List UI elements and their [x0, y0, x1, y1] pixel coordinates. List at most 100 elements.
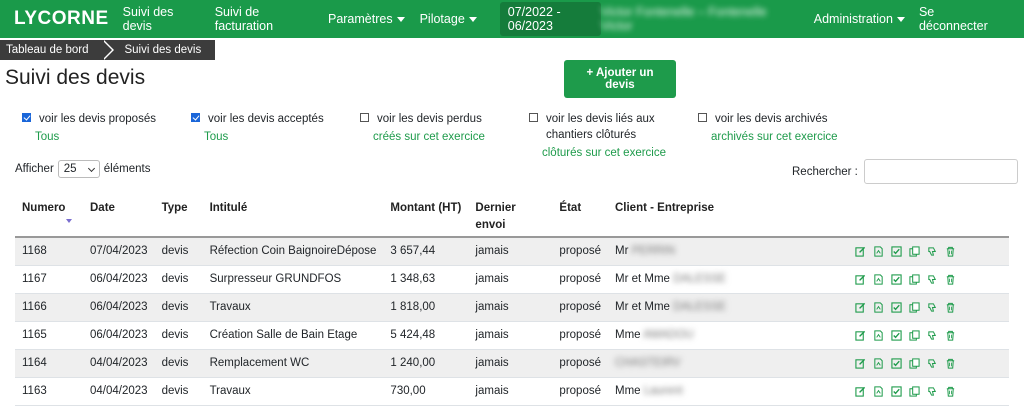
client-name: Laurent	[643, 385, 683, 397]
filter-proposes-label: voir les devis proposés	[39, 113, 156, 125]
filter-perdus-link[interactable]: créés sur cet exercice	[373, 131, 485, 143]
cell-client: Mme Laurent	[607, 377, 848, 406]
thumbs-down-icon[interactable]	[927, 358, 938, 369]
edit-icon[interactable]	[855, 358, 866, 369]
cell-type: devis	[154, 377, 203, 406]
period-selector[interactable]: 07/2022 - 06/2023	[499, 2, 601, 36]
edit-icon[interactable]	[855, 302, 866, 313]
cell-envoi: jamais	[468, 293, 553, 322]
filter-acceptes-link[interactable]: Tous	[204, 131, 324, 143]
thumbs-down-icon[interactable]	[927, 246, 938, 257]
col-date[interactable]: Date	[83, 190, 155, 238]
trash-icon[interactable]	[945, 386, 956, 397]
trash-icon[interactable]	[945, 246, 956, 257]
copy-icon[interactable]	[909, 329, 920, 341]
checkbox-clotures[interactable]	[529, 113, 538, 122]
edit-icon[interactable]	[855, 274, 866, 285]
check-icon[interactable]	[891, 357, 902, 369]
pdf-icon[interactable]	[873, 385, 884, 397]
copy-icon[interactable]	[909, 273, 920, 285]
nav-pilotage-dropdown[interactable]: Pilotage	[420, 12, 477, 26]
trash-icon[interactable]	[945, 358, 956, 369]
edit-icon[interactable]	[855, 246, 866, 257]
pdf-icon[interactable]	[873, 329, 884, 341]
pdf-icon[interactable]	[873, 273, 884, 285]
filter-archives-link[interactable]: archivés sur cet exercice	[711, 131, 838, 143]
col-dernier-envoi-label: Dernier envoi	[475, 202, 516, 231]
check-icon[interactable]	[891, 273, 902, 285]
cell-etat: proposé	[552, 237, 608, 266]
checkbox-proposes[interactable]	[22, 113, 31, 122]
cell-date: 06/04/2023	[83, 293, 155, 322]
thumbs-down-icon[interactable]	[927, 330, 938, 341]
nav-administration-dropdown[interactable]: Administration	[814, 12, 905, 26]
pdf-icon[interactable]	[873, 357, 884, 369]
checkbox-perdus[interactable]	[360, 113, 369, 122]
sort-desc-icon	[66, 219, 72, 223]
filter-proposes-link[interactable]: Tous	[35, 131, 156, 143]
table-row[interactable]: 1167 06/04/2023 devis Surpresseur GRUNDFOS 1…	[15, 265, 1009, 294]
filter-proposes: voir les devis proposés Tous	[22, 111, 156, 143]
thumbs-down-icon[interactable]	[927, 274, 938, 285]
table-row[interactable]: 1163 04/04/2023 devis Travaux 730,00 jamais pr…	[15, 377, 1009, 406]
cell-client: Mr et Mme DALESSE	[607, 293, 848, 322]
nav-suivi-facturation[interactable]: Suivi de facturation	[215, 5, 313, 33]
client-name: DALESSE	[673, 301, 727, 313]
nav-suivi-devis[interactable]: Suivi des devis	[123, 5, 200, 33]
col-etat[interactable]: État	[552, 190, 608, 238]
cell-date: 07/04/2023	[83, 237, 155, 266]
col-type[interactable]: Type	[154, 190, 203, 238]
nav-suivi-devis-label: Suivi des devis	[122, 5, 174, 33]
table-row[interactable]: 1166 06/04/2023 devis Travaux 1 818,00 jamais…	[15, 293, 1009, 322]
search-input[interactable]	[863, 159, 1018, 184]
check-icon[interactable]	[891, 301, 902, 313]
cell-actions	[847, 265, 1009, 294]
table-row[interactable]: 1165 06/04/2023 devis Création Salle de Bai…	[15, 321, 1009, 350]
add-devis-button[interactable]: + Ajouter un devis	[564, 60, 676, 98]
col-client[interactable]: Client - Entreprise	[607, 190, 848, 238]
pdf-icon[interactable]	[873, 246, 884, 257]
pdf-icon[interactable]	[873, 301, 884, 313]
page-length-suffix: éléments	[103, 163, 151, 175]
filter-perdus-label: voir les devis perdus	[377, 113, 482, 125]
filter-perdus: voir les devis perdus créés sur cet exer…	[360, 111, 485, 143]
logout-link[interactable]: Se déconnecter	[919, 5, 996, 33]
cell-montant: 1 818,00	[383, 293, 469, 322]
trash-icon[interactable]	[945, 302, 956, 313]
copy-icon[interactable]	[909, 301, 920, 313]
copy-icon[interactable]	[909, 246, 920, 257]
copy-icon[interactable]	[909, 357, 920, 369]
checkbox-acceptes[interactable]	[191, 113, 200, 122]
top-navbar: LYCORNE Suivi des devis Suivi de factura…	[0, 0, 1024, 38]
edit-icon[interactable]	[855, 330, 866, 341]
check-icon[interactable]	[891, 329, 902, 341]
check-icon[interactable]	[891, 385, 902, 397]
checkbox-archives[interactable]	[698, 113, 707, 122]
col-dernier-envoi[interactable]: Dernier envoi	[468, 190, 553, 238]
thumbs-down-icon[interactable]	[927, 386, 938, 397]
trash-icon[interactable]	[945, 330, 956, 341]
filter-clotures-link[interactable]: clôturés sur cet exercice	[542, 147, 669, 159]
col-intitule[interactable]: Intitulé	[202, 190, 384, 238]
brand-logo[interactable]: LYCORNE	[14, 8, 109, 30]
copy-icon[interactable]	[909, 385, 920, 397]
breadcrumb-dashboard[interactable]: Tableau de bord	[0, 40, 116, 60]
check-icon[interactable]	[891, 246, 902, 257]
page-length-select[interactable]: 25	[57, 160, 100, 178]
cell-date: 06/04/2023	[83, 321, 155, 350]
col-numero[interactable]: Numero	[15, 190, 83, 238]
filter-clotures-label: voir les devis liés aux chantiers clôtur…	[546, 113, 655, 141]
nav-parametres-dropdown[interactable]: Paramètres	[328, 12, 405, 26]
cell-montant: 730,00	[383, 377, 469, 406]
filter-clotures: voir les devis liés aux chantiers clôtur…	[529, 111, 669, 159]
client-prefix: Mr et Mme	[614, 301, 670, 313]
edit-icon[interactable]	[855, 386, 866, 397]
page-header: Suivi des devis + Ajouter un devis	[0, 60, 1024, 110]
table-row[interactable]: 1168 07/04/2023 devis Réfection Coin Baigno…	[15, 237, 1009, 266]
table-row[interactable]: 1164 04/04/2023 devis Remplacement WC 1 240,…	[15, 349, 1009, 378]
trash-icon[interactable]	[945, 274, 956, 285]
col-type-label: Type	[161, 202, 188, 214]
col-montant[interactable]: Montant (HT)	[383, 190, 469, 238]
thumbs-down-icon[interactable]	[927, 302, 938, 313]
cell-montant: 1 240,00	[383, 349, 469, 378]
